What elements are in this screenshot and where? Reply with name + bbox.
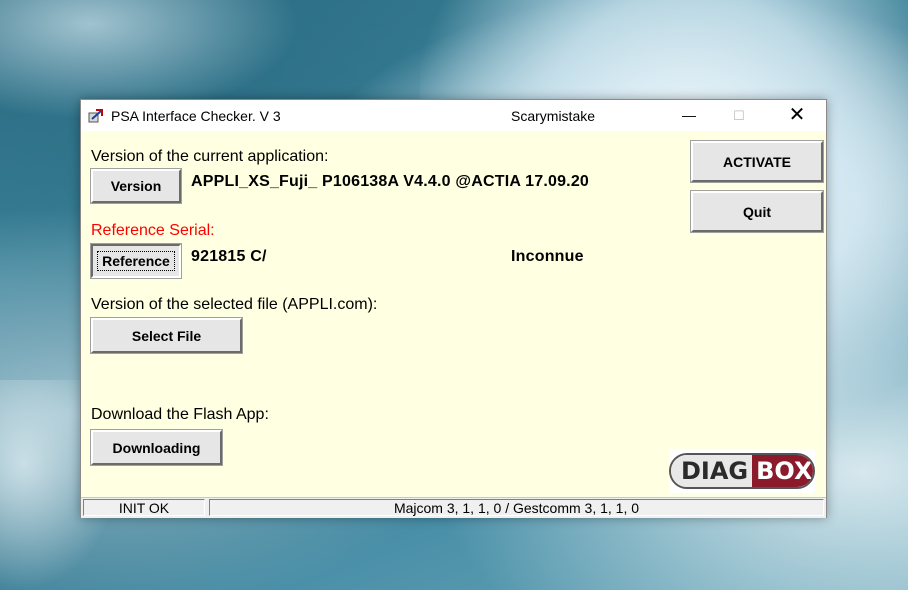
reference-serial-label: Reference Serial: bbox=[91, 222, 215, 239]
diagbox-logo-text-diag: DIAG bbox=[671, 455, 753, 487]
minimize-button[interactable]: — bbox=[666, 100, 712, 131]
status-init: INIT OK bbox=[83, 499, 205, 516]
reference-serial-value: 921815 C/ bbox=[191, 248, 267, 265]
close-button[interactable]: ✕ bbox=[774, 100, 820, 131]
diagbox-logo: DIAG BOX bbox=[669, 449, 815, 493]
downloading-button[interactable]: Downloading bbox=[90, 429, 223, 466]
window-user-label: Scarymistake bbox=[511, 108, 596, 124]
title-bar[interactable]: PSA Interface Checker. V 3 Scarymistake … bbox=[81, 100, 826, 131]
activate-button[interactable]: ACTIVATE bbox=[690, 140, 824, 183]
reference-button-label: Reference bbox=[97, 251, 175, 271]
quit-button[interactable]: Quit bbox=[690, 190, 824, 233]
current-app-version: APPLI_XS_Fuji_ P106138A V4.4.0 @ACTIA 17… bbox=[191, 173, 590, 190]
app-window: PSA Interface Checker. V 3 Scarymistake … bbox=[80, 99, 827, 518]
diagbox-logo-text-box: BOX bbox=[752, 455, 813, 487]
select-file-button[interactable]: Select File bbox=[90, 317, 243, 354]
main-panel: Version of the current application: Vers… bbox=[81, 131, 826, 497]
reference-button[interactable]: Reference bbox=[90, 243, 182, 279]
status-versions: Majcom 3, 1, 1, 0 / Gestcomm 3, 1, 1, 0 bbox=[209, 499, 824, 516]
status-bar: INIT OK Majcom 3, 1, 1, 0 / Gestcomm 3, … bbox=[81, 497, 826, 518]
download-label: Download the Flash App: bbox=[91, 406, 269, 423]
selected-file-label: Version of the selected file (APPLI.com)… bbox=[91, 296, 378, 313]
app-icon bbox=[88, 109, 103, 123]
reference-status: Inconnue bbox=[511, 248, 584, 265]
maximize-button[interactable]: ☐ bbox=[716, 100, 762, 131]
version-button[interactable]: Version bbox=[90, 168, 182, 204]
window-title: PSA Interface Checker. V 3 bbox=[111, 108, 281, 124]
current-app-label: Version of the current application: bbox=[91, 148, 329, 165]
diagbox-logo-pill: DIAG BOX bbox=[669, 453, 815, 489]
